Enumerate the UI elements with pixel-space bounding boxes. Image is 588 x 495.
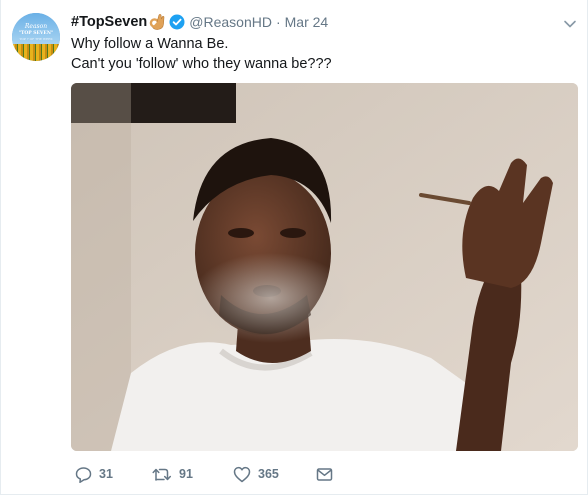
author-name[interactable]: #TopSeven xyxy=(71,14,147,30)
avatar-sunflower-field xyxy=(12,44,60,61)
tweet-header: #TopSeven @ReasonHD · Mar 24 xyxy=(71,12,328,32)
heart-icon xyxy=(233,466,251,482)
retweet-icon xyxy=(152,468,172,481)
avatar-text-line-2: "TOP SEVEN" xyxy=(18,31,54,36)
direct-message-button[interactable] xyxy=(316,464,340,484)
tweet-photo[interactable] xyxy=(71,83,578,451)
verified-badge-icon xyxy=(169,14,185,30)
photo-shadow-left xyxy=(71,83,131,451)
tweet-card[interactable]: Reason "TOP SEVEN" TOP 7 OF THE WEEK #To… xyxy=(0,0,588,495)
photo-eye-right xyxy=(280,228,306,238)
retweet-button[interactable]: 91 xyxy=(152,464,193,484)
reply-button[interactable]: 31 xyxy=(75,464,113,484)
chevron-down-icon[interactable] xyxy=(563,16,577,28)
like-count: 365 xyxy=(258,467,279,481)
avatar[interactable]: Reason "TOP SEVEN" TOP 7 OF THE WEEK xyxy=(12,13,60,61)
like-button[interactable]: 365 xyxy=(233,464,279,484)
ok-hand-icon xyxy=(149,13,165,31)
retweet-count: 91 xyxy=(179,467,193,481)
reply-count: 31 xyxy=(99,467,113,481)
tweet-text-line-2: Can't you 'follow' who they wanna be??? xyxy=(71,56,332,72)
avatar-text-line-1: Reason xyxy=(24,23,48,30)
photo-eye-left xyxy=(228,228,254,238)
tweet-actions: 31 91 365 xyxy=(71,464,371,484)
photo-smoke xyxy=(191,253,351,343)
envelope-icon xyxy=(316,467,333,481)
avatar-text-line-3: TOP 7 OF THE WEEK xyxy=(19,37,53,41)
header-separator: · xyxy=(275,14,281,30)
reply-icon xyxy=(75,466,92,483)
tweet-date[interactable]: Mar 24 xyxy=(285,14,329,30)
tweet-text-line-1: Why follow a Wanna Be. xyxy=(71,36,229,52)
author-handle[interactable]: @ReasonHD xyxy=(189,14,272,30)
